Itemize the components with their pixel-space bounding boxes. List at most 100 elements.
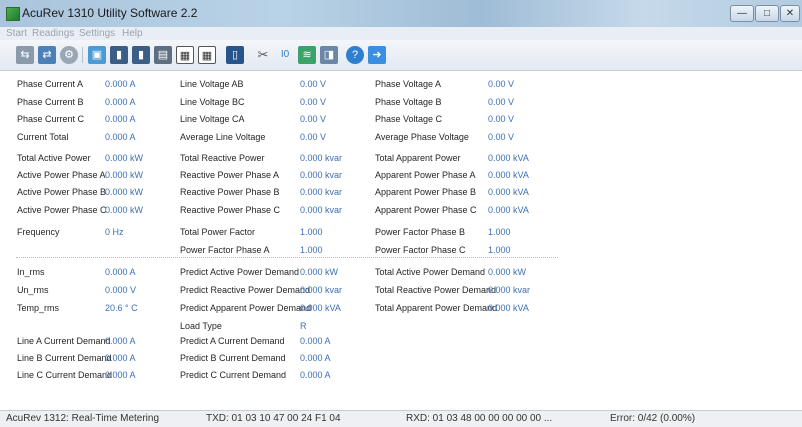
predict-reactive-power-demand-value: 0.000 kvar (300, 285, 343, 295)
average-phase-voltage-value: 0.00 V (488, 132, 515, 142)
total-reactive-power-demand-value: 0.000 kvar (488, 285, 531, 295)
disconnect-icon[interactable]: ⇆ (16, 46, 34, 64)
apparent-power-phase-b-value: 0.000 kVA (488, 187, 529, 197)
total-reactive-power-demand-label: Total Reactive Power Demand (375, 285, 497, 295)
apparent-power-phase-a-label: Apparent Power Phase A (375, 170, 476, 180)
in-rms-value: 0.000 A (105, 267, 136, 277)
line-voltage-ca-value: 0.00 V (300, 114, 327, 124)
total-power-factor-label: Total Power Factor (180, 227, 256, 237)
phase-current-b-label: Phase Current B (17, 97, 84, 107)
export-icon[interactable]: ➜ (368, 46, 386, 64)
menu-start[interactable]: Start (6, 27, 27, 40)
title-bar: AcuRev 1310 Utility Software 2.2 — □ ✕ (0, 0, 802, 27)
phase-current-c-label: Phase Current C (17, 114, 85, 124)
predict-b-current-demand-value: 0.000 A (300, 353, 331, 363)
tools-icon[interactable]: ✂ (254, 46, 272, 64)
phase-voltage-b-value: 0.00 V (488, 97, 515, 107)
menu-bar: Start Readings Settings Help (0, 27, 802, 40)
menu-readings[interactable]: Readings (32, 27, 74, 40)
total-apparent-power-demand-label: Total Apparent Power Demand (375, 303, 498, 313)
minimize-button[interactable]: — (730, 5, 754, 22)
predict-c-current-demand-value: 0.000 A (300, 370, 331, 380)
un-rms-value: 0.000 V (105, 285, 137, 295)
load-type-value: R (300, 321, 307, 331)
document-icon[interactable]: ▯ (226, 46, 244, 64)
device-icon[interactable]: ▮ (110, 46, 128, 64)
predict-apparent-power-demand-label: Predict Apparent Power Demand (180, 303, 312, 313)
device-alt-icon[interactable]: ▮ (132, 46, 150, 64)
calendar-icon[interactable]: ▦ (176, 46, 194, 64)
un-rms-label: Un_rms (17, 285, 49, 295)
power-factor-phase-b-value: 1.000 (488, 227, 511, 237)
settings-gear-icon[interactable]: ⚙ (60, 46, 78, 64)
line-a-current-demand-value: 0.000 A (105, 336, 136, 346)
frequency-label: Frequency (17, 227, 60, 237)
line-voltage-bc-value: 0.00 V (300, 97, 327, 107)
frequency-value: 0 Hz (105, 227, 124, 237)
reactive-power-phase-b-label: Reactive Power Phase B (180, 187, 280, 197)
active-power-phase-a-value: 0.000 kW (105, 170, 144, 180)
image-icon[interactable]: ◨ (320, 46, 338, 64)
total-reactive-power-label: Total Reactive Power (180, 153, 265, 163)
power-factor-phase-c-value: 1.000 (488, 245, 511, 255)
status-mode: AcuRev 1312: Real-Time Metering (6, 413, 160, 424)
total-apparent-power-label: Total Apparent Power (375, 153, 461, 163)
status-rxd: RXD: 01 03 48 00 00 00 00 00 ... (406, 413, 553, 424)
phase-voltage-a-label: Phase Voltage A (375, 79, 442, 89)
total-power-factor-value: 1.000 (300, 227, 323, 237)
help-icon[interactable]: ? (346, 46, 364, 64)
chart-icon[interactable]: ≋ (298, 46, 316, 64)
line-voltage-ab-label: Line Voltage AB (180, 79, 244, 89)
apparent-power-phase-a-value: 0.000 kVA (488, 170, 529, 180)
total-active-power-value: 0.000 kW (105, 153, 144, 163)
active-power-phase-a-label: Active Power Phase A (17, 170, 106, 180)
total-apparent-power-value: 0.000 kVA (488, 153, 529, 163)
phase-current-c-value: 0.000 A (105, 114, 136, 124)
line-voltage-bc-label: Line Voltage BC (180, 97, 245, 107)
apparent-power-phase-c-label: Apparent Power Phase C (375, 205, 477, 215)
phase-voltage-b-label: Phase Voltage B (375, 97, 442, 107)
phase-voltage-c-value: 0.00 V (488, 114, 515, 124)
average-line-voltage-label: Average Line Voltage (180, 132, 266, 142)
total-reactive-power-value: 0.000 kvar (300, 153, 343, 163)
active-power-phase-b-value: 0.000 kW (105, 187, 144, 197)
menu-settings[interactable]: Settings (79, 27, 115, 40)
predict-a-current-demand-value: 0.000 A (300, 336, 331, 346)
status-txd: TXD: 01 03 10 47 00 24 F1 04 (206, 413, 341, 424)
toolbar-separator (82, 47, 83, 63)
maximize-button[interactable]: □ (755, 5, 779, 22)
log-icon[interactable]: ▤ (154, 46, 172, 64)
io-icon[interactable]: I0 (276, 46, 294, 64)
power-factor-phase-b-label: Power Factor Phase B (375, 227, 466, 237)
predict-active-power-demand-label: Predict Active Power Demand (180, 267, 300, 277)
connect-icon[interactable]: ⇄ (38, 46, 56, 64)
phase-current-a-value: 0.000 A (105, 79, 136, 89)
monitor-icon[interactable]: ▣ (88, 46, 106, 64)
schedule-icon[interactable]: ▦ (198, 46, 216, 64)
current-total-label: Current Total (17, 132, 69, 142)
temp-rms-value: 20.6 ° C (105, 303, 138, 313)
phase-current-a-label: Phase Current A (17, 79, 84, 89)
line-b-current-demand-value: 0.000 A (105, 353, 136, 363)
readings-panel: Phase Current A 0.000 A Phase Current B 0.0… (0, 71, 802, 410)
total-active-power-demand-value: 0.000 kW (488, 267, 527, 277)
reactive-power-phase-b-value: 0.000 kvar (300, 187, 343, 197)
predict-apparent-power-demand-value: 0.000 kVA (300, 303, 341, 313)
app-icon (6, 7, 20, 21)
line-c-current-demand-label: Line C Current Demand (17, 370, 113, 380)
close-button[interactable]: ✕ (780, 5, 800, 22)
apparent-power-phase-c-value: 0.000 kVA (488, 205, 529, 215)
active-power-phase-b-label: Active Power Phase B (17, 187, 107, 197)
phase-voltage-c-label: Phase Voltage C (375, 114, 443, 124)
window-title: AcuRev 1310 Utility Software 2.2 (22, 6, 198, 20)
total-apparent-power-demand-value: 0.000 kVA (488, 303, 529, 313)
phase-current-b-value: 0.000 A (105, 97, 136, 107)
phase-voltage-a-value: 0.00 V (488, 79, 515, 89)
current-total-value: 0.000 A (105, 132, 136, 142)
predict-active-power-demand-value: 0.000 kW (300, 267, 339, 277)
line-a-current-demand-label: Line A Current Demand (17, 336, 111, 346)
predict-c-current-demand-label: Predict C Current Demand (180, 370, 287, 380)
active-power-phase-c-value: 0.000 kW (105, 205, 144, 215)
reactive-power-phase-c-value: 0.000 kvar (300, 205, 343, 215)
menu-help[interactable]: Help (122, 27, 143, 40)
